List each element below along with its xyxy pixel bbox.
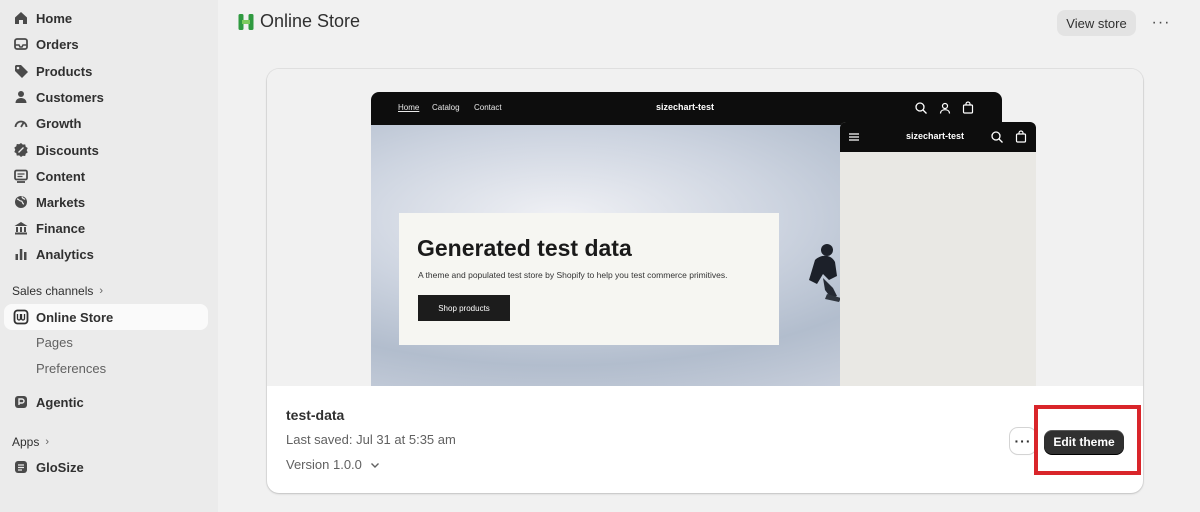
hero-content-box: Generated test data A theme and populate… bbox=[399, 213, 779, 345]
sidebar-item-label: Discounts bbox=[36, 142, 99, 158]
page-title-text: Online Store bbox=[260, 11, 361, 31]
sidebar-item-products[interactable]: Products bbox=[4, 58, 208, 84]
sidebar-item-growth[interactable]: Growth bbox=[4, 110, 208, 136]
sidebar-item-label: Growth bbox=[36, 115, 82, 131]
version-dropdown[interactable]: Version 1.0.0 bbox=[286, 457, 380, 472]
sidebar-item-label: Orders bbox=[36, 36, 79, 52]
sidebar-item-label: Markets bbox=[36, 194, 86, 210]
sidebar-item-orders[interactable]: Orders bbox=[4, 31, 208, 57]
sidebar-item-home[interactable]: Home bbox=[4, 5, 208, 31]
person-icon bbox=[12, 88, 30, 106]
hero-subtitle: A theme and populated test store by Shop… bbox=[418, 270, 728, 280]
mobile-preview: sizechart-test bbox=[840, 122, 1036, 386]
sidebar: Home Orders Products Customers Growth Di… bbox=[0, 0, 218, 512]
hamburger-menu-icon bbox=[849, 133, 859, 141]
sidebar-item-label: Content bbox=[36, 168, 86, 184]
sidebar-subitem-preferences[interactable]: Preferences bbox=[36, 357, 106, 379]
sidebar-item-label: Analytics bbox=[36, 246, 94, 262]
discount-icon bbox=[12, 141, 30, 159]
theme-preview[interactable]: Home Catalog Contact sizechart-test Gene… bbox=[267, 69, 1143, 386]
preview-nav-contact: Contact bbox=[474, 103, 502, 112]
apps-header[interactable]: Apps › bbox=[12, 435, 49, 449]
hero-title: Generated test data bbox=[417, 235, 632, 261]
theme-card: Home Catalog Contact sizechart-test Gene… bbox=[267, 69, 1143, 493]
agentic-icon bbox=[12, 393, 30, 411]
account-icon bbox=[939, 102, 951, 114]
sidebar-item-glosize[interactable]: GloSize bbox=[4, 454, 208, 480]
cart-icon bbox=[1015, 130, 1027, 143]
preview-nav-catalog: Catalog bbox=[432, 103, 460, 112]
sidebar-item-agentic[interactable]: Agentic bbox=[4, 389, 208, 415]
apps-label: Apps bbox=[12, 435, 40, 449]
sidebar-item-online-store[interactable]: Online Store bbox=[4, 304, 208, 330]
mobile-header: sizechart-test bbox=[840, 122, 1036, 152]
sidebar-item-finance[interactable]: Finance bbox=[4, 215, 208, 241]
orders-icon bbox=[12, 35, 30, 53]
cart-icon bbox=[962, 101, 974, 114]
sidebar-item-discounts[interactable]: Discounts bbox=[4, 137, 208, 163]
sales-channels-label: Sales channels bbox=[12, 284, 94, 298]
globe-icon bbox=[12, 193, 30, 211]
view-store-button[interactable]: View store bbox=[1057, 10, 1136, 36]
sidebar-item-label: Home bbox=[36, 10, 73, 26]
theme-name: test-data bbox=[286, 407, 345, 423]
online-store-icon bbox=[12, 308, 30, 326]
content-icon bbox=[12, 167, 30, 185]
shop-products-button: Shop products bbox=[418, 295, 510, 321]
version-label: Version 1.0.0 bbox=[286, 457, 362, 472]
home-icon bbox=[12, 9, 30, 27]
more-actions-button[interactable]: ··· bbox=[1150, 12, 1172, 34]
bank-icon bbox=[12, 219, 30, 237]
sidebar-item-content[interactable]: Content bbox=[4, 163, 208, 189]
sidebar-item-label: GloSize bbox=[36, 459, 84, 475]
preview-nav-home: Home bbox=[398, 103, 420, 112]
sidebar-item-label: Finance bbox=[36, 220, 86, 236]
desktop-header: Home Catalog Contact sizechart-test bbox=[371, 92, 1002, 125]
search-icon bbox=[991, 131, 1003, 143]
sidebar-item-customers[interactable]: Customers bbox=[4, 84, 208, 110]
chevron-down-icon bbox=[370, 462, 379, 468]
tag-icon bbox=[12, 62, 30, 80]
sidebar-subitem-pages[interactable]: Pages bbox=[36, 331, 73, 353]
online-store-logo-icon bbox=[238, 13, 254, 30]
page-title: Online Store bbox=[238, 11, 360, 32]
sidebar-item-label: Online Store bbox=[36, 309, 114, 325]
sidebar-item-label: Customers bbox=[36, 89, 104, 105]
last-saved-text: Last saved: Jul 31 at 5:35 am bbox=[286, 432, 456, 447]
mobile-preview-brand: sizechart-test bbox=[906, 131, 965, 141]
sidebar-item-markets[interactable]: Markets bbox=[4, 189, 208, 215]
sidebar-item-label: Agentic bbox=[36, 394, 84, 410]
chevron-right-icon: › bbox=[45, 436, 50, 448]
edit-theme-button[interactable]: Edit theme bbox=[1044, 430, 1124, 454]
sales-channels-header[interactable]: Sales channels › bbox=[12, 284, 103, 298]
snowboarder-image bbox=[809, 244, 841, 302]
bar-chart-icon bbox=[12, 245, 30, 263]
glosize-icon bbox=[12, 458, 30, 476]
chevron-right-icon: › bbox=[99, 285, 104, 297]
sidebar-item-label: Products bbox=[36, 63, 93, 79]
search-icon bbox=[915, 102, 927, 114]
preview-brand: sizechart-test bbox=[656, 102, 715, 112]
gauge-icon bbox=[12, 114, 30, 132]
theme-more-actions-button[interactable]: ··· bbox=[1010, 428, 1036, 454]
sidebar-item-analytics[interactable]: Analytics bbox=[4, 241, 208, 267]
